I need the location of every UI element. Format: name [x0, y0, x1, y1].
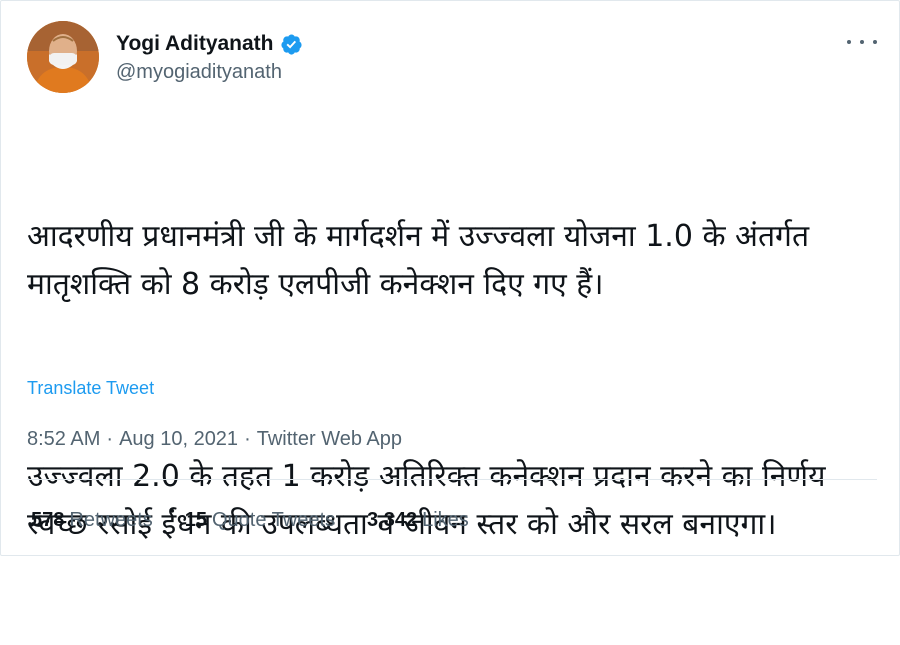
divider — [27, 479, 877, 480]
likes-stat[interactable]: 3,342 Likes — [367, 509, 469, 532]
quotes-label: Quote Tweets — [212, 509, 336, 531]
likes-label: Likes — [422, 509, 469, 531]
tweet-date[interactable]: Aug 10, 2021 — [119, 428, 238, 451]
likes-count: 3,342 — [367, 509, 418, 531]
tweet-stats: 578 Retweets 15 Quote Tweets 3,342 Likes — [31, 509, 469, 532]
tweet-paragraph: आदरणीय प्रधानमंत्री जी के मार्गदर्शन में… — [27, 219, 819, 302]
tweet-paragraph: उज्ज्वला 2.0 के तहत 1 करोड़ अतिरिक्त कने… — [27, 459, 836, 542]
tweet-card: Yogi Adityanath @myogiadityanath आदरणीय … — [0, 0, 900, 556]
translate-tweet-link[interactable]: Translate Tweet — [27, 378, 154, 399]
tweet-source[interactable]: Twitter Web App — [257, 428, 402, 451]
tweet-text: आदरणीय प्रधानमंत्री जी के मार्गदर्शन में… — [27, 117, 877, 645]
meta-separator: · — [244, 428, 251, 450]
more-options-icon[interactable] — [847, 33, 877, 51]
retweets-stat[interactable]: 578 Retweets — [31, 509, 153, 532]
profile-photo-icon — [27, 21, 99, 93]
quote-tweets-stat[interactable]: 15 Quote Tweets — [185, 509, 335, 532]
meta-separator: · — [106, 428, 114, 450]
avatar[interactable] — [27, 21, 99, 93]
author-handle[interactable]: @myogiadityanath — [116, 61, 282, 84]
retweets-count: 578 — [31, 509, 65, 531]
tweet-time[interactable]: 8:52 AM — [27, 428, 100, 451]
quotes-count: 15 — [184, 509, 207, 531]
tweet-meta: 8:52 AM · Aug 10, 2021 · Twitter Web App — [27, 428, 402, 451]
retweets-label: Retweets — [69, 509, 153, 531]
verified-badge-icon — [280, 33, 303, 56]
author-name[interactable]: Yogi Adityanath — [116, 32, 274, 56]
